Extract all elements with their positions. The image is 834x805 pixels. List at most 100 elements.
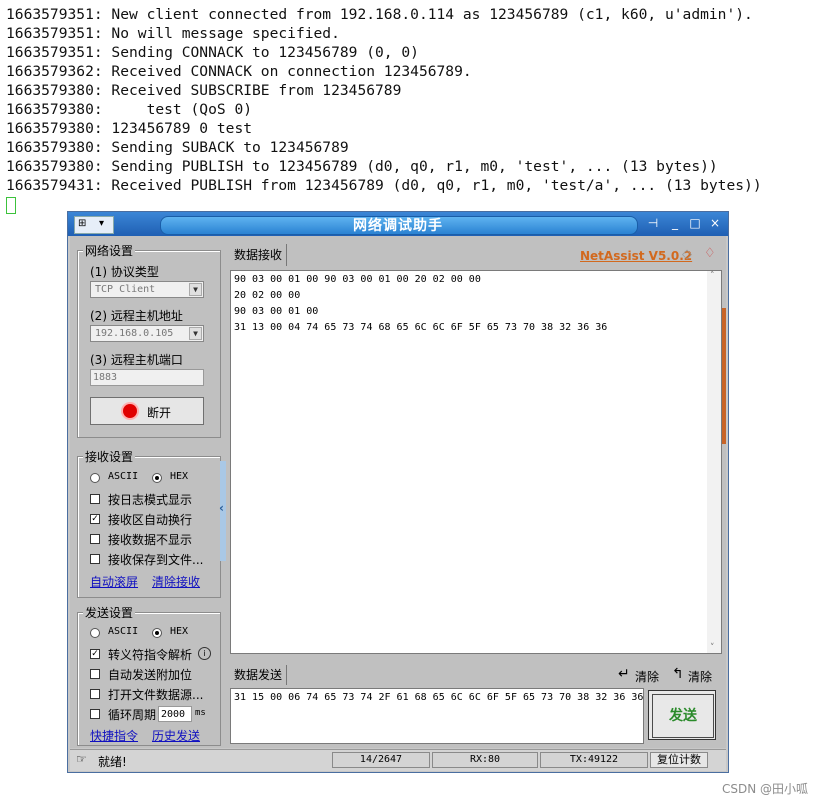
log-line: 1663579351: Sending CONNACK to 123456789… <box>6 44 419 61</box>
chevron-down-icon[interactable]: ▼ <box>189 283 202 296</box>
escape-parse-checkbox[interactable]: ✓ <box>90 649 100 659</box>
chevron-left-icon: ‹ <box>219 501 224 515</box>
chevron-up-icon[interactable]: ˄ <box>710 271 715 281</box>
network-settings-group: 网络设置 (1) 协议类型 TCP Client ▼ (2) 远程主机地址 19… <box>77 242 221 438</box>
bell-icon[interactable]: ♢ <box>704 246 716 261</box>
cycle-input[interactable]: 2000 <box>158 706 192 722</box>
close-button[interactable]: × <box>708 216 722 230</box>
receive-line: 20 02 00 00 <box>234 290 301 301</box>
terminal-cursor[interactable] <box>6 197 16 214</box>
quick-commands-link[interactable]: 快捷指令 <box>90 727 138 744</box>
ascii-label: ASCII <box>108 471 139 482</box>
checkbox-label: 转义符指令解析 <box>108 648 193 662</box>
brand-link[interactable]: NetAssist V5.0.2 <box>580 249 692 263</box>
group-title: 发送设置 <box>83 604 136 621</box>
log-line: 1663579380: Sending PUBLISH to 123456789… <box>6 158 718 175</box>
netassist-window: ⊞ ▾ 网络调试助手 ⊣ _ □ × 网络设置 (1) 协议类型 TCP Cli… <box>67 211 729 773</box>
receive-line: 31 13 00 04 74 65 73 74 68 65 6C 6C 6F 5… <box>234 322 608 333</box>
send-label: 发送 <box>652 694 714 738</box>
protocol-select[interactable]: TCP Client ▼ <box>90 281 204 298</box>
watermark: CSDN @田小呱 <box>722 782 809 796</box>
host-label: (2) 远程主机地址 <box>90 309 183 323</box>
gem-icon[interactable]: ◇ <box>682 247 692 262</box>
log-line: 1663579362: Received CONNACK on connecti… <box>6 63 472 80</box>
log-mode-checkbox[interactable] <box>90 494 100 504</box>
checkbox-label: 接收区自动换行 <box>108 513 193 527</box>
cycle-checkbox[interactable] <box>90 709 100 719</box>
title-bar[interactable]: ⊞ ▾ 网络调试助手 ⊣ _ □ × <box>68 212 728 236</box>
chevron-down-icon[interactable]: ˅ <box>710 643 715 653</box>
checkbox-label: 按日志模式显示 <box>108 493 193 507</box>
receive-text-area[interactable]: 90 03 00 01 00 90 03 00 01 00 20 02 00 0… <box>230 270 722 654</box>
clear-icon[interactable]: ↵ <box>618 666 630 682</box>
maximize-button[interactable]: □ <box>688 216 702 230</box>
receive-hex-radio[interactable] <box>152 473 162 483</box>
save-to-file-checkbox[interactable] <box>90 554 100 564</box>
log-line: 1663579351: New client connected from 19… <box>6 6 753 23</box>
send-button[interactable]: 发送 <box>648 690 716 740</box>
collapse-panel-handle[interactable]: ‹ <box>219 461 226 561</box>
hex-label: HEX <box>170 626 189 637</box>
send-text-area[interactable]: 31 15 00 06 74 65 73 74 2F 61 68 65 6C 6… <box>230 688 644 744</box>
record-icon <box>123 404 137 418</box>
log-line: 1663579351: No will message specified. <box>6 25 340 42</box>
status-bar: ☞ 就绪! 14/2647 RX:80 TX:49122 复位计数 <box>70 749 726 771</box>
tab-data-send[interactable]: 数据发送 <box>230 665 288 685</box>
tab-data-receive[interactable]: 数据接收 <box>230 244 288 266</box>
checkbox-label: 自动发送附加位 <box>108 668 193 682</box>
hide-data-checkbox[interactable] <box>90 534 100 544</box>
group-title: 网络设置 <box>83 242 136 259</box>
auto-append-checkbox[interactable] <box>90 669 100 679</box>
clear-icon[interactable]: ↰ <box>672 666 684 682</box>
port-label: (3) 远程主机端口 <box>90 353 183 367</box>
port-input[interactable]: 1883 <box>90 369 204 386</box>
clear-count-button[interactable]: 清除 <box>688 668 712 685</box>
frame-count: 14/2647 <box>332 752 430 768</box>
send-content: 31 15 00 06 74 65 73 74 2F 61 68 65 6C 6… <box>234 692 644 703</box>
pin-icon[interactable]: ⊣ <box>646 216 660 230</box>
splitter-accent[interactable] <box>722 308 726 444</box>
tx-count: TX:49122 <box>540 752 648 768</box>
protocol-label: (1) 协议类型 <box>90 265 159 279</box>
checkbox-label: 打开文件数据源... <box>108 688 204 702</box>
host-value: 192.168.0.105 <box>95 328 174 339</box>
send-ascii-radio[interactable] <box>90 628 100 638</box>
clear-receive-link[interactable]: 清除接收 <box>152 573 200 590</box>
disconnect-label: 断开 <box>147 406 172 420</box>
hand-pointer-icon: ☞ <box>76 752 87 766</box>
client-area: 网络设置 (1) 协议类型 TCP Client ▼ (2) 远程主机地址 19… <box>70 236 726 748</box>
receive-ascii-radio[interactable] <box>90 473 100 483</box>
receive-line: 90 03 00 01 00 <box>234 306 319 317</box>
log-line: 1663579380: Received SUBSCRIBE from 1234… <box>6 82 402 99</box>
log-line: 1663579380: test (QoS 0) <box>6 101 253 118</box>
file-source-checkbox[interactable] <box>90 689 100 699</box>
clear-send-button[interactable]: 清除 <box>635 668 659 685</box>
log-line: 1663579380: 123456789 0 test <box>6 120 253 137</box>
disconnect-button[interactable]: 断开 <box>90 397 204 425</box>
protocol-value: TCP Client <box>95 284 156 295</box>
host-select[interactable]: 192.168.0.105 ▼ <box>90 325 204 342</box>
reset-count-button[interactable]: 复位计数 <box>650 752 708 768</box>
info-icon[interactable]: i <box>198 647 211 660</box>
log-line: 1663579431: Received PUBLISH from 123456… <box>6 177 762 194</box>
checkbox-label: 接收保存到文件... <box>108 553 204 567</box>
receive-settings-group: 接收设置 ASCII HEX 按日志模式显示 ✓ 接收区自动换行 接收数据不显示… <box>77 448 221 598</box>
rx-count: RX:80 <box>432 752 538 768</box>
history-link[interactable]: 历史发送 <box>152 727 200 744</box>
receive-line: 90 03 00 01 00 90 03 00 01 00 20 02 00 0… <box>234 274 481 285</box>
cycle-unit: ms <box>195 708 206 718</box>
checkbox-label: 循环周期 <box>108 708 157 722</box>
chevron-down-icon[interactable]: ▼ <box>189 327 202 340</box>
group-title: 接收设置 <box>83 448 136 465</box>
send-hex-radio[interactable] <box>152 628 162 638</box>
vertical-scrollbar[interactable]: ˄ ˅ <box>707 271 721 653</box>
checkbox-label: 接收数据不显示 <box>108 533 193 547</box>
terminal-log: 1663579351: New client connected from 19… <box>0 0 834 214</box>
hex-label: HEX <box>170 471 189 482</box>
log-line: 1663579380: Sending SUBACK to 123456789 <box>6 139 349 156</box>
auto-scroll-link[interactable]: 自动滚屏 <box>90 573 138 590</box>
status-text: 就绪! <box>98 755 127 769</box>
auto-wrap-checkbox[interactable]: ✓ <box>90 514 100 524</box>
window-title: 网络调试助手 <box>353 218 443 234</box>
minimize-button[interactable]: _ <box>668 216 682 230</box>
